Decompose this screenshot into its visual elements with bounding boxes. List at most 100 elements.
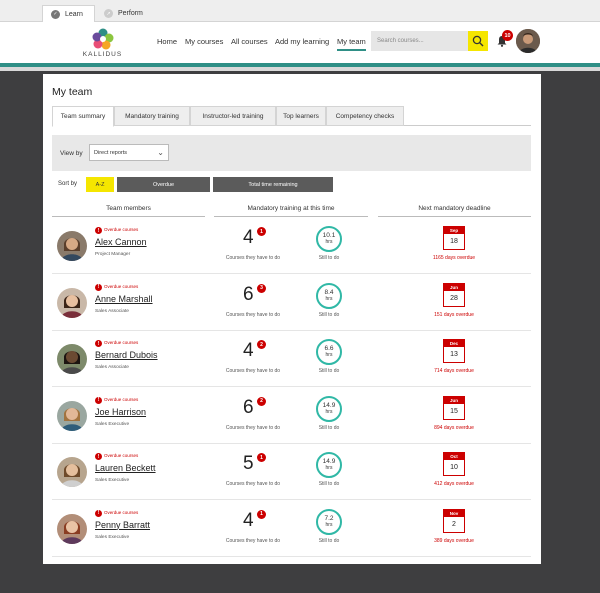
overdue-count-badge: 1 — [257, 509, 266, 519]
chevron-down-icon: ⌄ — [157, 148, 164, 157]
calendar-icon: Jun 15 — [443, 395, 465, 420]
alert-icon: ! — [95, 283, 102, 291]
page-title: My team — [52, 86, 93, 98]
learn-icon: ✓ — [51, 9, 60, 19]
team-member-row: ! Overdue courses Joe Harrison Sales Execut… — [52, 388, 531, 444]
filter-panel: View by Direct reports ⌄ — [52, 135, 531, 171]
user-avatar[interactable] — [516, 29, 540, 53]
kallidus-logo[interactable]: KALLIDUS — [80, 28, 125, 58]
hours-value: 6.6 — [324, 345, 334, 352]
tab-instructor-led-training[interactable]: Instructor-led training — [190, 106, 276, 126]
courses-label: Courses they have to do — [225, 537, 281, 544]
notification-count-badge: 10 — [502, 30, 513, 41]
member-avatar[interactable] — [57, 513, 87, 544]
column-header-next-deadline: Next mandatory deadline — [418, 205, 491, 212]
view-by-select[interactable]: Direct reports ⌄ — [89, 144, 169, 161]
column-header-mandatory-training: Mandatory training at this time — [247, 205, 335, 212]
member-role: Sales Associate — [95, 308, 129, 314]
member-avatar[interactable] — [57, 457, 87, 487]
nav-my-courses[interactable]: My courses — [185, 37, 223, 46]
member-photo — [57, 400, 87, 431]
member-avatar[interactable] — [57, 287, 87, 318]
deadline-day: 18 — [450, 238, 458, 245]
deadline-month: Sep — [444, 227, 464, 234]
team-member-row: ! Overdue courses Penny Barratt Sales Execu… — [52, 501, 531, 557]
member-name-link[interactable]: Penny Barratt — [95, 520, 150, 530]
hours-unit: hrs — [325, 521, 333, 528]
app-tab-label: Perform — [118, 10, 143, 17]
nav-home[interactable]: Home — [157, 37, 177, 46]
hours-unit: hrs — [325, 239, 333, 245]
member-name-link[interactable]: Anne Marshall — [95, 294, 153, 304]
sort-total-time-button[interactable]: Total time remaining — [213, 177, 333, 192]
top-header: KALLIDUS Home My courses All courses Add… — [0, 22, 600, 63]
view-by-label: View by — [60, 150, 83, 157]
member-name-link[interactable]: Bernard Dubois — [95, 350, 158, 360]
search-input[interactable]: Search courses... — [371, 31, 468, 51]
hours-value: 8.4 — [324, 288, 334, 296]
tab-top-learners[interactable]: Top learners — [276, 106, 326, 126]
days-overdue: 714 days overdue — [434, 368, 474, 374]
nav-all-courses[interactable]: All courses — [231, 37, 268, 46]
days-overdue: 151 days overdue — [434, 311, 474, 318]
overdue-courses-flag: Overdue courses — [104, 396, 139, 402]
member-role: Sales Executive — [95, 421, 130, 427]
still-to-do-label: Still to do — [318, 255, 340, 261]
still-to-do-label: Still to do — [318, 481, 340, 487]
tab-competency-checks[interactable]: Competency checks — [326, 106, 404, 126]
courses-label: Courses they have to do — [225, 481, 281, 487]
hours-remaining-ring: 7.2 hrs — [316, 508, 342, 535]
tab-bar: Team summary Mandatory training Instruct… — [52, 106, 531, 127]
hours-value: 7.2 — [324, 514, 334, 522]
calendar-icon: Nov 2 — [443, 508, 465, 533]
member-name-link[interactable]: Lauren Beckett — [95, 463, 156, 473]
overdue-count-badge: 1 — [257, 453, 266, 462]
app-tab-perform[interactable]: ↗ Perform — [96, 5, 156, 22]
still-to-do-label: Still to do — [318, 311, 340, 318]
member-photo — [57, 287, 87, 318]
overdue-courses-flag: Overdue courses — [104, 227, 139, 232]
sort-overdue-button[interactable]: Overdue — [117, 177, 210, 192]
days-overdue: 1165 days overdue — [432, 255, 476, 261]
courses-count: 6 — [243, 396, 254, 418]
overdue-count-badge: 2 — [257, 340, 266, 349]
tab-team-summary[interactable]: Team summary — [52, 106, 114, 127]
member-avatar[interactable] — [57, 400, 87, 431]
column-divider — [214, 216, 368, 217]
perform-icon: ↗ — [104, 9, 113, 18]
nav-add-my-learning[interactable]: Add my learning — [275, 37, 329, 46]
deadline-day: 28 — [450, 294, 458, 302]
deadline-day: 10 — [450, 464, 458, 471]
deadline-month: Dec — [444, 340, 464, 347]
deadline-day: 13 — [450, 351, 458, 358]
nav-my-team[interactable]: My team — [337, 37, 366, 51]
member-name-link[interactable]: Alex Cannon — [95, 237, 147, 247]
team-member-row: ! Overdue courses Bernard Dubois Sales Asso… — [52, 331, 531, 387]
search-icon — [472, 35, 484, 47]
app-tab-learn[interactable]: ✓ Learn — [42, 5, 95, 22]
still-to-do-label: Still to do — [318, 424, 340, 431]
member-avatar[interactable] — [57, 344, 87, 374]
days-overdue: 412 days overdue — [434, 481, 474, 487]
courses-count: 4 — [243, 509, 254, 531]
sort-a-z-button[interactable]: A-Z — [86, 177, 114, 192]
main-card: My team Team summary Mandatory training … — [43, 74, 541, 564]
column-header-team-members: Team members — [106, 205, 151, 212]
search-button[interactable] — [468, 31, 488, 51]
member-photo — [57, 457, 87, 487]
deadline-month: Oct — [444, 453, 464, 460]
hours-unit: hrs — [325, 465, 333, 471]
hours-remaining-ring: 14.9 hrs — [316, 395, 342, 422]
courses-count: 4 — [243, 340, 254, 361]
overdue-count-badge: 1 — [257, 227, 266, 236]
alert-icon: ! — [95, 453, 102, 460]
calendar-icon: Jun 28 — [443, 282, 465, 307]
hours-value: 14.9 — [322, 401, 336, 409]
tab-mandatory-training[interactable]: Mandatory training — [114, 106, 190, 126]
calendar-icon: Dec 13 — [443, 339, 465, 363]
member-avatar[interactable] — [57, 231, 87, 261]
hours-remaining-ring: 8.4 hrs — [316, 282, 342, 309]
member-name-link[interactable]: Joe Harrison — [95, 407, 146, 417]
deadline-day: 15 — [450, 407, 458, 415]
deadline-month: Nov — [444, 509, 464, 517]
